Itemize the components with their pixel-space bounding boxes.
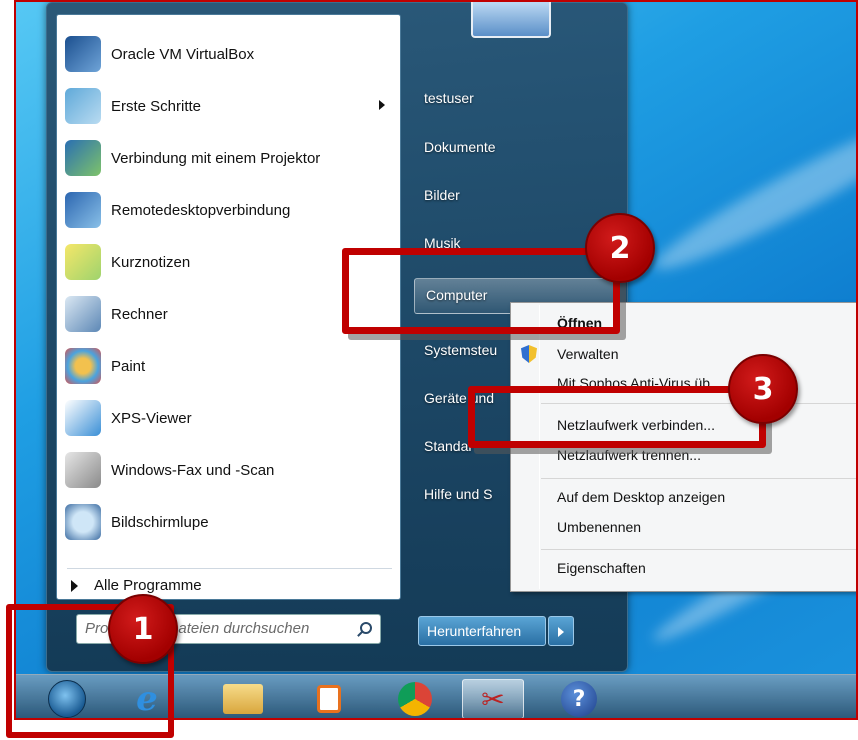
step-badge-3: 3 <box>728 354 798 424</box>
program-bildschirmlupe[interactable]: Bildschirmlupe <box>65 499 395 545</box>
program-virtualbox[interactable]: Oracle VM VirtualBox <box>65 31 395 77</box>
menu-item-verwalten[interactable]: Verwalten <box>557 346 618 362</box>
shutdown-button[interactable]: Herunterfahren <box>418 616 546 646</box>
highlight-3 <box>468 386 766 448</box>
menu-separator <box>541 478 856 479</box>
uac-shield-icon <box>521 345 537 363</box>
link-bilder[interactable]: Bilder <box>424 187 460 203</box>
program-projektor[interactable]: Verbindung mit einem Projektor <box>65 135 395 181</box>
user-picture-icon[interactable] <box>471 2 551 38</box>
menu-item-desktop-anzeigen[interactable]: Auf dem Desktop anzeigen <box>557 489 725 505</box>
getting-started-icon <box>65 88 101 124</box>
taskbar-snipping-tool[interactable]: ✂ <box>462 679 524 718</box>
menu-item-eigenschaften[interactable]: Eigenschaften <box>557 560 646 576</box>
taskbar-help[interactable]: ? <box>548 679 610 718</box>
xps-viewer-icon <box>65 400 101 436</box>
link-standardprogramme[interactable]: Standar <box>424 438 473 454</box>
all-programs-button[interactable]: Alle Programme <box>71 577 202 594</box>
menu-item-netzlaufwerk-trennen[interactable]: Netzlaufwerk trennen... <box>557 447 701 463</box>
projector-icon <box>65 140 101 176</box>
search-icon[interactable] <box>360 622 372 634</box>
screenshot-frame: Oracle VM VirtualBox Erste Schritte Verb… <box>0 0 858 740</box>
remote-desktop-icon <box>65 192 101 228</box>
step-badge-2: 2 <box>585 213 655 283</box>
taskbar-explorer[interactable] <box>212 679 274 718</box>
link-systemsteuerung[interactable]: Systemsteu <box>424 342 497 358</box>
virtualbox-icon <box>65 36 101 72</box>
link-hilfe[interactable]: Hilfe und S <box>424 486 492 502</box>
sticky-notes-icon <box>65 244 101 280</box>
magnifier-icon <box>65 504 101 540</box>
fax-scan-icon <box>65 452 101 488</box>
link-testuser[interactable]: testuser <box>424 90 474 106</box>
shutdown-options-icon[interactable] <box>548 616 574 646</box>
media-player-icon <box>317 685 341 713</box>
calculator-icon <box>65 296 101 332</box>
divider <box>67 568 392 569</box>
help-icon: ? <box>561 681 597 717</box>
program-remotedesktop[interactable]: Remotedesktopverbindung <box>65 187 395 233</box>
submenu-arrow-icon <box>379 100 385 110</box>
program-paint[interactable]: Paint <box>65 343 395 389</box>
chrome-icon <box>398 682 432 716</box>
step-badge-1: 1 <box>108 594 178 664</box>
program-fax-scan[interactable]: Windows-Fax und -Scan <box>65 447 395 493</box>
taskbar-chrome[interactable] <box>384 679 446 718</box>
expand-arrow-icon <box>71 579 78 592</box>
link-dokumente[interactable]: Dokumente <box>424 139 496 155</box>
snipping-tool-icon: ✂ <box>481 682 505 716</box>
explorer-icon <box>223 684 263 714</box>
menu-item-umbenennen[interactable]: Umbenennen <box>557 519 641 535</box>
program-xps-viewer[interactable]: XPS-Viewer <box>65 395 395 441</box>
highlight-2 <box>342 248 620 334</box>
taskbar-media-player[interactable] <box>298 679 360 718</box>
menu-separator <box>541 549 856 550</box>
paint-icon <box>65 348 101 384</box>
program-erste-schritte[interactable]: Erste Schritte <box>65 83 395 129</box>
